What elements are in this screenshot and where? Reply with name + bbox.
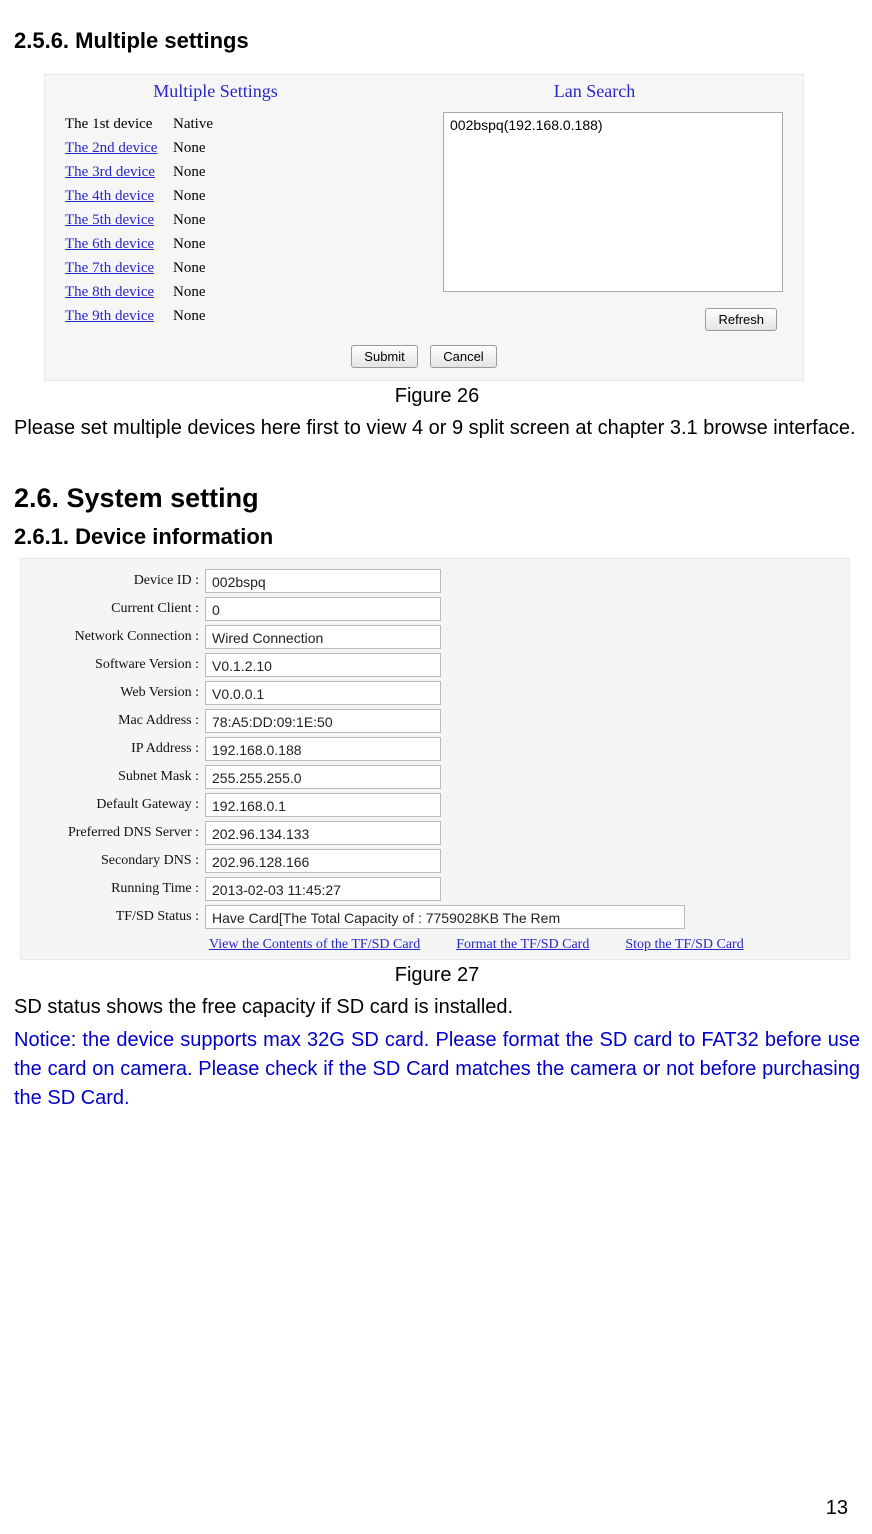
info-row: TF/SD Status :Have Card[The Total Capaci… bbox=[31, 905, 839, 929]
device-label[interactable]: The 4th device bbox=[65, 188, 165, 205]
info-label: Software Version : bbox=[31, 657, 205, 673]
info-label: Running Time : bbox=[31, 881, 205, 897]
info-row: Device ID :002bspq bbox=[31, 569, 839, 593]
info-row: Subnet Mask :255.255.255.0 bbox=[31, 765, 839, 789]
device-value: None bbox=[165, 212, 206, 229]
device-label[interactable]: The 9th device bbox=[65, 308, 165, 325]
device-row: The 7th deviceNone bbox=[65, 256, 425, 280]
device-label[interactable]: The 8th device bbox=[65, 284, 165, 301]
stop-sd-link[interactable]: Stop the TF/SD Card bbox=[625, 937, 743, 953]
device-row: The 9th deviceNone bbox=[65, 304, 425, 328]
page-number: 13 bbox=[826, 1497, 848, 1520]
info-label: Default Gateway : bbox=[31, 797, 205, 813]
figure-26-description: Please set multiple devices here first t… bbox=[14, 414, 860, 443]
format-sd-link[interactable]: Format the TF/SD Card bbox=[456, 937, 589, 953]
info-row: IP Address :192.168.0.188 bbox=[31, 737, 839, 761]
info-value: 192.168.0.188 bbox=[205, 737, 441, 761]
info-row: Software Version :V0.1.2.10 bbox=[31, 653, 839, 677]
info-value: 255.255.255.0 bbox=[205, 765, 441, 789]
device-label[interactable]: The 5th device bbox=[65, 212, 165, 229]
figure-26-caption: Figure 26 bbox=[14, 385, 860, 408]
device-row: The 4th deviceNone bbox=[65, 184, 425, 208]
info-row: Current Client :0 bbox=[31, 597, 839, 621]
device-value: Native bbox=[165, 116, 213, 133]
info-value: 2013-02-03 11:45:27 bbox=[205, 877, 441, 901]
info-label: Preferred DNS Server : bbox=[31, 825, 205, 841]
info-row: Network Connection :Wired Connection bbox=[31, 625, 839, 649]
info-label: Secondary DNS : bbox=[31, 853, 205, 869]
device-value: None bbox=[165, 164, 206, 181]
device-value: None bbox=[165, 284, 206, 301]
info-value: 0 bbox=[205, 597, 441, 621]
info-row: Preferred DNS Server :202.96.134.133 bbox=[31, 821, 839, 845]
device-label[interactable]: The 6th device bbox=[65, 236, 165, 253]
device-value: None bbox=[165, 308, 206, 325]
device-row: The 1st deviceNative bbox=[65, 112, 425, 136]
info-label: Device ID : bbox=[31, 573, 205, 589]
info-label: Network Connection : bbox=[31, 629, 205, 645]
device-value: None bbox=[165, 260, 206, 277]
info-label: Current Client : bbox=[31, 601, 205, 617]
info-label: Mac Address : bbox=[31, 713, 205, 729]
info-label: TF/SD Status : bbox=[31, 909, 205, 925]
figure-27-caption: Figure 27 bbox=[14, 964, 860, 987]
device-information-panel: Device ID :002bspqCurrent Client :0Netwo… bbox=[20, 558, 850, 960]
info-value: 202.96.134.133 bbox=[205, 821, 441, 845]
info-value: 202.96.128.166 bbox=[205, 849, 441, 873]
device-row: The 6th deviceNone bbox=[65, 232, 425, 256]
device-value: None bbox=[165, 236, 206, 253]
info-value: 78:A5:DD:09:1E:50 bbox=[205, 709, 441, 733]
multiple-settings-panel: Multiple Settings Lan Search The 1st dev… bbox=[44, 74, 804, 381]
info-row: Default Gateway :192.168.0.1 bbox=[31, 793, 839, 817]
device-label[interactable]: The 2nd device bbox=[65, 140, 165, 157]
device-list: The 1st deviceNativeThe 2nd deviceNoneTh… bbox=[65, 112, 425, 328]
info-label: IP Address : bbox=[31, 741, 205, 757]
device-label[interactable]: The 3rd device bbox=[65, 164, 165, 181]
info-label: Web Version : bbox=[31, 685, 205, 701]
info-value: Have Card[The Total Capacity of : 775902… bbox=[205, 905, 685, 929]
device-label: The 1st device bbox=[65, 116, 165, 133]
lan-search-list[interactable]: 002bspq(192.168.0.188) bbox=[443, 112, 783, 292]
multiple-settings-header: Multiple Settings bbox=[45, 75, 386, 110]
info-value: 192.168.0.1 bbox=[205, 793, 441, 817]
heading-2-6: 2.6. System setting bbox=[14, 483, 860, 514]
sd-status-text: SD status shows the free capacity if SD … bbox=[14, 993, 860, 1022]
refresh-button[interactable]: Refresh bbox=[705, 308, 777, 331]
info-row: Mac Address :78:A5:DD:09:1E:50 bbox=[31, 709, 839, 733]
info-value: V0.1.2.10 bbox=[205, 653, 441, 677]
info-row: Secondary DNS :202.96.128.166 bbox=[31, 849, 839, 873]
view-sd-link[interactable]: View the Contents of the TF/SD Card bbox=[209, 937, 420, 953]
device-row: The 2nd deviceNone bbox=[65, 136, 425, 160]
heading-2-6-1: 2.6.1. Device information bbox=[14, 524, 860, 550]
device-value: None bbox=[165, 140, 206, 157]
lan-search-item[interactable]: 002bspq(192.168.0.188) bbox=[450, 117, 776, 133]
cancel-button[interactable]: Cancel bbox=[430, 345, 496, 368]
device-row: The 3rd deviceNone bbox=[65, 160, 425, 184]
info-value: Wired Connection bbox=[205, 625, 441, 649]
device-value: None bbox=[165, 188, 206, 205]
lan-search-header: Lan Search bbox=[386, 75, 803, 110]
submit-button[interactable]: Submit bbox=[351, 345, 417, 368]
info-label: Subnet Mask : bbox=[31, 769, 205, 785]
device-row: The 5th deviceNone bbox=[65, 208, 425, 232]
info-row: Web Version :V0.0.0.1 bbox=[31, 681, 839, 705]
notice-text: Notice: the device supports max 32G SD c… bbox=[14, 1026, 860, 1113]
info-value: V0.0.0.1 bbox=[205, 681, 441, 705]
device-label[interactable]: The 7th device bbox=[65, 260, 165, 277]
heading-2-5-6: 2.5.6. Multiple settings bbox=[14, 28, 860, 54]
device-row: The 8th deviceNone bbox=[65, 280, 425, 304]
info-value: 002bspq bbox=[205, 569, 441, 593]
info-row: Running Time :2013-02-03 11:45:27 bbox=[31, 877, 839, 901]
